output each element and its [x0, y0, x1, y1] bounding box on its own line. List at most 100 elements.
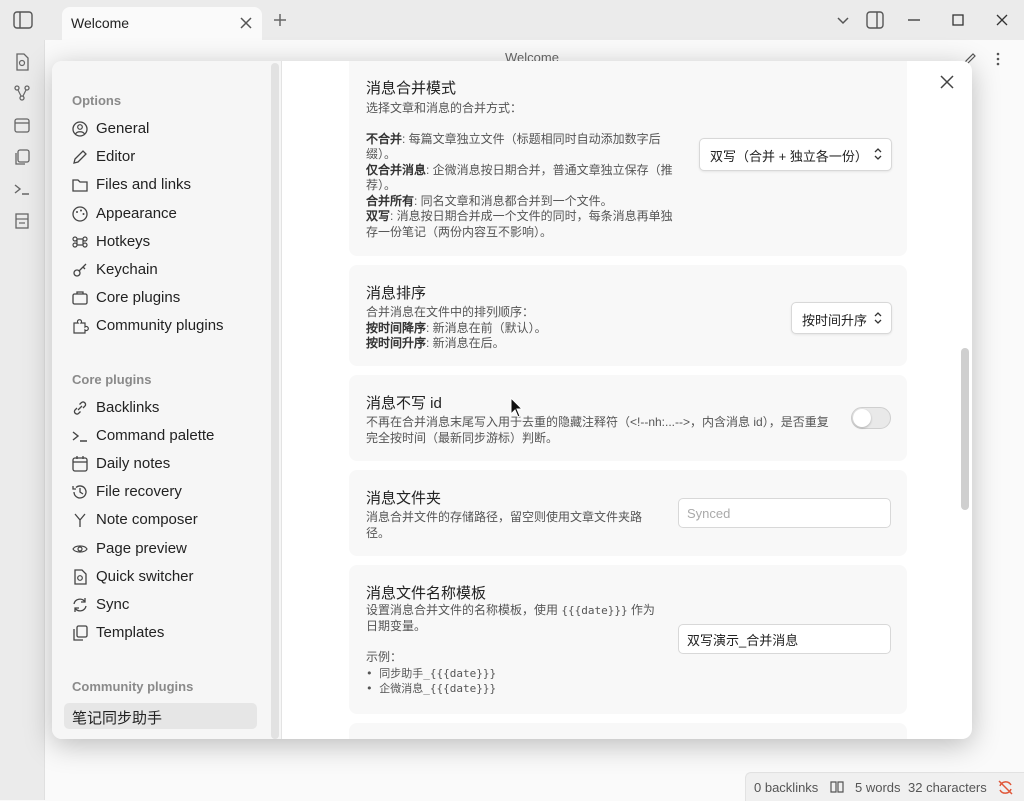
terminal-icon[interactable]: [12, 179, 32, 199]
sidebar-item-files-and-links[interactable]: Files and links: [64, 172, 257, 198]
sidebar-item-daily-notes[interactable]: Daily notes: [64, 451, 257, 477]
word-count: 5 words: [855, 780, 901, 795]
right-sidebar-toggle-icon[interactable]: [865, 10, 885, 30]
setting-title: 消息文件名称模板: [366, 585, 487, 602]
message-folder-input[interactable]: [678, 498, 891, 528]
chevron-down-icon[interactable]: [833, 10, 853, 30]
pencil-icon: [73, 150, 87, 165]
sidebar-item-label: Hotkeys: [96, 232, 151, 250]
desc-text: 设置消息合并文件的名称模板，使用: [366, 603, 562, 617]
merge-mode-select[interactable]: 双写（合并 + 独立各一份）: [699, 138, 892, 171]
close-icon[interactable]: [238, 15, 254, 31]
window-close-icon[interactable]: [992, 10, 1012, 30]
status-bar: 0 backlinks 5 words 32 characters: [745, 772, 1024, 801]
option-name: 不合并: [366, 131, 403, 146]
setting-intro: 合并消息在文件中的排列顺序：: [366, 305, 535, 319]
sort-order-select[interactable]: 按时间升序: [791, 302, 892, 334]
sidebar-item-page-preview[interactable]: Page preview: [64, 536, 257, 562]
maximize-icon[interactable]: [948, 10, 968, 30]
sidebar-item-note-composer[interactable]: Note composer: [64, 507, 257, 533]
more-options-icon[interactable]: [990, 51, 1006, 67]
desc-code: {{{date}}}: [561, 604, 628, 617]
sidebar-item-hotkeys[interactable]: Hotkeys: [64, 229, 257, 255]
backlinks-count[interactable]: 0 backlinks: [754, 780, 818, 795]
sidebar-item-command-palette[interactable]: Command palette: [64, 423, 257, 449]
setting-next: [349, 723, 907, 739]
no-id-toggle[interactable]: [851, 407, 891, 429]
sidebar-item-笔记同步助手[interactable]: 笔记同步助手: [64, 703, 257, 729]
sidebar-toggle-icon[interactable]: [13, 11, 33, 29]
book-icon[interactable]: [829, 779, 845, 795]
key-icon: [73, 263, 87, 277]
sidebar-item-keychain[interactable]: Keychain: [64, 257, 257, 283]
history-icon: [72, 485, 87, 499]
briefcase-icon: [72, 291, 88, 305]
option-desc: : 消息按日期合并成一个文件的同时，每条消息再单独存一份笔记（两份内容互不影响）…: [366, 209, 673, 239]
setting-desc: 消息合并文件的存储路径，留空则使用文章文件夹路径。: [366, 510, 643, 540]
option-name: 合并所有: [366, 193, 415, 208]
content-scrollbar[interactable]: [961, 348, 969, 510]
sidebar-item-backlinks[interactable]: Backlinks: [64, 395, 257, 421]
sidebar-item-label: Templates: [96, 623, 165, 641]
sidebar-item-appearance[interactable]: Appearance: [64, 201, 257, 227]
sidebar-item-label: Sync: [96, 595, 130, 613]
plugin-icon[interactable]: [12, 211, 32, 231]
sidebar-item-templates[interactable]: Templates: [64, 620, 257, 646]
sidebar-item-label: Community plugins: [96, 317, 224, 335]
file-search-icon[interactable]: [12, 52, 32, 72]
sidebar-item-quick-switcher[interactable]: Quick switcher: [64, 564, 257, 590]
setting-desc: 选择文章和消息的合并方式： 不合并: 每篇文章独立文件（标题相同时自动添加数字后…: [366, 101, 676, 240]
example-item: • 同步助手_{{{date}}}: [366, 666, 497, 680]
chevron-up-down-icon: [874, 148, 882, 160]
sidebar-item-label: General: [96, 120, 150, 137]
sidebar-item-label: 笔记同步助手: [72, 710, 163, 727]
sidebar-item-label: Core plugins: [96, 289, 181, 307]
folder-icon: [72, 179, 88, 193]
title-bar: Welcome: [0, 0, 1024, 40]
minimize-icon[interactable]: [904, 10, 924, 30]
file-search-icon: [74, 568, 87, 585]
setting-desc: 设置消息合并文件的名称模板，使用 {{{date}}} 作为日期变量。: [366, 603, 666, 634]
calendar-icon[interactable]: [12, 115, 32, 135]
link-icon: [73, 401, 87, 415]
option-name: 按时间降序: [366, 320, 427, 335]
sidebar-item-label: File recovery: [96, 483, 182, 501]
setting-title: 消息文件夹: [366, 490, 442, 507]
select-value: 按时间升序: [802, 313, 868, 328]
copy-icon: [73, 625, 88, 641]
new-tab-icon[interactable]: [272, 12, 288, 28]
close-icon[interactable]: [937, 72, 957, 92]
graph-icon[interactable]: [12, 83, 32, 103]
user-circle-icon: [72, 121, 88, 137]
terminal-icon: [72, 431, 87, 442]
chevron-up-down-icon: [874, 312, 882, 324]
setting-merge-mode: 消息合并模式 选择文章和消息的合并方式： 不合并: 每篇文章独立文件（标题相同时…: [349, 61, 907, 256]
file-name-template-input[interactable]: [678, 624, 891, 654]
left-ribbon: [0, 40, 45, 800]
setting-title: 消息不写 id: [366, 395, 442, 412]
calendar-icon: [72, 456, 88, 472]
setting-message-folder: 消息文件夹 消息合并文件的存储路径，留空则使用文章文件夹路径。: [349, 470, 907, 556]
tab-title: Welcome: [71, 15, 130, 31]
toggle-knob: [853, 409, 871, 427]
preview-icon: [72, 544, 88, 553]
sidebar-item-label: Appearance: [96, 204, 177, 222]
option-desc: : 新消息在前（默认）。: [426, 320, 547, 335]
option-desc: : 每篇文章独立文件（标题相同时自动添加数字后缀）。: [366, 131, 661, 162]
sidebar-item-label: Files and links: [96, 176, 192, 194]
setting-sort: 消息排序 合并消息在文件中的排列顺序： 按时间降序: 新消息在前（默认）。 按时…: [349, 265, 907, 366]
sidebar-item-community-plugins[interactable]: Community plugins: [64, 313, 257, 339]
setting-intro: 选择文章和消息的合并方式：: [366, 101, 523, 115]
tab-welcome[interactable]: Welcome: [62, 7, 262, 40]
sidebar-item-file-recovery[interactable]: File recovery: [64, 479, 257, 505]
sync-error-icon[interactable]: [997, 779, 1014, 796]
sidebar-item-sync[interactable]: Sync: [64, 592, 257, 618]
sidebar-item-general[interactable]: General: [64, 116, 257, 142]
sidebar-item-label: Command palette: [96, 427, 215, 445]
character-count: 32 characters: [908, 780, 987, 795]
section-options: Options: [72, 93, 122, 108]
sidebar-item-editor[interactable]: Editor: [64, 144, 257, 170]
sidebar-item-core-plugins[interactable]: Core plugins: [64, 285, 257, 311]
copy-icon[interactable]: [12, 147, 32, 167]
sidebar-scrollbar[interactable]: [271, 63, 279, 739]
